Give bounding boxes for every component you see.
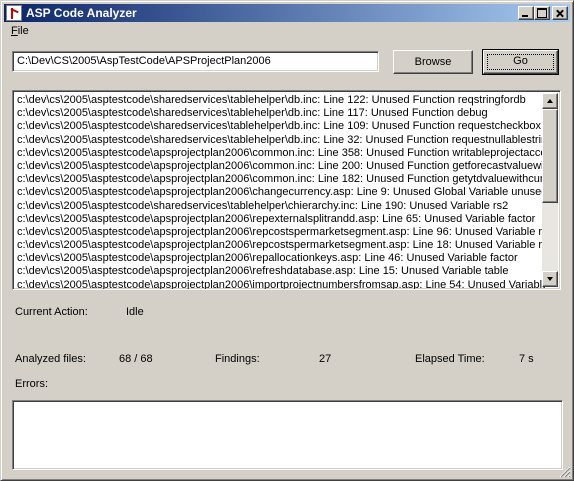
list-item[interactable]: c:\dev\cs\2005\asptestcode\apsprojectpla… xyxy=(17,252,545,265)
scroll-up-icon[interactable] xyxy=(542,93,558,109)
current-action-label: Current Action: xyxy=(15,306,88,318)
list-item[interactable]: c:\dev\cs\2005\asptestcode\sharedservice… xyxy=(17,94,545,107)
scroll-thumb[interactable] xyxy=(542,109,558,203)
app-icon[interactable] xyxy=(6,5,22,21)
vertical-scrollbar[interactable] xyxy=(542,93,558,287)
list-item[interactable]: c:\dev\cs\2005\asptestcode\apsprojectpla… xyxy=(17,265,545,278)
analyzed-files-value: 68 / 68 xyxy=(119,353,153,365)
minimize-button[interactable] xyxy=(518,6,534,20)
list-item[interactable]: c:\dev\cs\2005\asptestcode\sharedservice… xyxy=(17,107,545,120)
list-item[interactable]: c:\dev\cs\2005\asptestcode\apsprojectpla… xyxy=(17,147,545,160)
list-item[interactable]: c:\dev\cs\2005\asptestcode\apsprojectpla… xyxy=(17,160,545,173)
path-input[interactable]: C:\Dev\CS\2005\AspTestCode\APSProjectPla… xyxy=(12,51,379,72)
errors-box[interactable] xyxy=(12,400,563,470)
list-item[interactable]: c:\dev\cs\2005\asptestcode\apsprojectpla… xyxy=(17,226,545,239)
close-button[interactable] xyxy=(552,6,568,20)
findings-value: 27 xyxy=(319,353,332,365)
elapsed-time-value: 7 s xyxy=(519,353,534,365)
current-action-value: Idle xyxy=(126,306,144,318)
menu-bar: File xyxy=(4,23,570,40)
list-item[interactable]: c:\dev\cs\2005\asptestcode\sharedservice… xyxy=(17,120,545,133)
scroll-down-icon[interactable] xyxy=(542,271,558,287)
window-title: ASP Code Analyzer xyxy=(26,6,137,20)
results-list[interactable]: c:\dev\cs\2005\asptestcode\sharedservice… xyxy=(12,90,561,290)
browse-button[interactable]: Browse xyxy=(393,50,473,74)
errors-label: Errors: xyxy=(15,378,48,390)
menu-file[interactable]: File xyxy=(10,25,30,37)
analyzed-files-label: Analyzed files: xyxy=(15,353,86,365)
findings-label: Findings: xyxy=(215,353,260,365)
list-item[interactable]: c:\dev\cs\2005\asptestcode\sharedservice… xyxy=(17,200,545,213)
maximize-button[interactable] xyxy=(534,6,550,20)
results-lines: c:\dev\cs\2005\asptestcode\sharedservice… xyxy=(17,94,545,289)
focus-rect xyxy=(487,54,554,70)
resize-grip-icon[interactable] xyxy=(559,466,571,478)
list-item[interactable]: c:\dev\cs\2005\asptestcode\apsprojectpla… xyxy=(17,239,545,252)
list-item[interactable]: c:\dev\cs\2005\asptestcode\sharedservice… xyxy=(17,134,545,147)
menu-file-label: ile xyxy=(17,25,29,37)
title-bar[interactable]: ASP Code Analyzer xyxy=(4,4,570,22)
elapsed-time-label: Elapsed Time: xyxy=(415,353,485,365)
go-button[interactable]: Go xyxy=(482,49,559,75)
menu-file-mnemonic: F xyxy=(11,25,18,37)
list-item[interactable]: c:\dev\cs\2005\asptestcode\apsprojectpla… xyxy=(17,279,545,289)
list-item[interactable]: c:\dev\cs\2005\asptestcode\apsprojectpla… xyxy=(17,173,545,186)
list-item[interactable]: c:\dev\cs\2005\asptestcode\apsprojectpla… xyxy=(17,213,545,226)
app-window: ASP Code Analyzer File C:\Dev\CS\2005\As… xyxy=(0,0,574,481)
list-item[interactable]: c:\dev\cs\2005\asptestcode\apsprojectpla… xyxy=(17,186,545,199)
